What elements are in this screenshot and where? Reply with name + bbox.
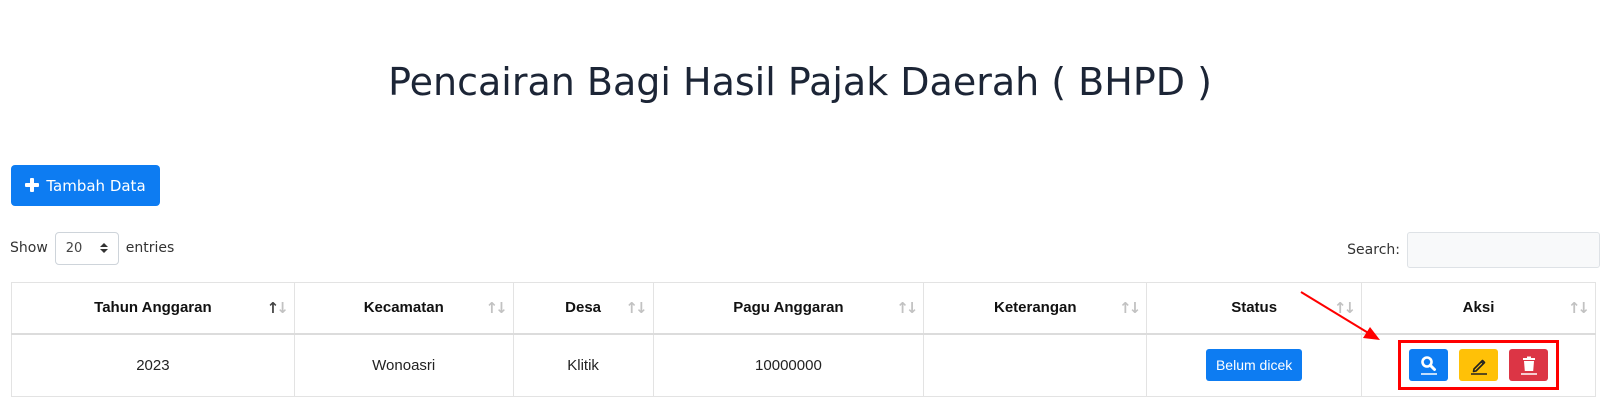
search-icon	[1420, 356, 1437, 375]
sort-icon: ↑↓	[896, 298, 918, 317]
search-label: Search:	[1347, 242, 1400, 258]
column-header-aksi[interactable]: Aksi ↑↓	[1361, 282, 1596, 335]
table-row: 2023 Wonoasri Klitik 10000000 Belum dice…	[11, 333, 1596, 397]
cell-desa: Klitik	[512, 333, 654, 397]
entries-select-value: 20	[65, 240, 83, 256]
delete-button[interactable]	[1509, 349, 1549, 382]
column-header-keterangan[interactable]: Keterangan ↑↓	[923, 282, 1148, 335]
view-button[interactable]	[1409, 349, 1449, 382]
data-table: Tahun Anggaran ↑↓ Kecamatan ↑↓ Desa ↑↓ Pagu…	[11, 282, 1596, 397]
page-title: Pencairan Bagi Hasil Pajak Daerah ( BHPD…	[388, 60, 1212, 104]
cell-keterangan	[923, 333, 1148, 397]
sort-icon: ↑↓	[625, 298, 647, 317]
sort-icon: ↑↓	[1333, 298, 1356, 317]
add-data-label: Tambah Data	[46, 176, 146, 195]
show-label: Show	[10, 240, 48, 256]
sort-icon: ↑↓	[1119, 298, 1141, 317]
cell-aksi	[1361, 333, 1596, 397]
plus-icon	[25, 177, 40, 192]
column-header-status[interactable]: Status ↑↓	[1146, 282, 1363, 335]
column-header-desa[interactable]: Desa ↑↓	[512, 282, 654, 335]
edit-button[interactable]	[1459, 349, 1499, 382]
status-badge[interactable]: Belum dicek	[1205, 349, 1303, 382]
actions-highlight-box	[1398, 340, 1560, 391]
table-header-row: Tahun Anggaran ↑↓ Kecamatan ↑↓ Desa ↑↓ Pagu…	[11, 282, 1596, 335]
sort-icon: ↑↓	[266, 298, 289, 317]
sort-icon: ↑↓	[1567, 298, 1590, 317]
select-arrows-icon	[99, 243, 108, 253]
column-header-kecamatan[interactable]: Kecamatan ↑↓	[293, 282, 514, 335]
column-header-tahun[interactable]: Tahun Anggaran ↑↓	[11, 282, 295, 335]
search-control: Search:	[1347, 232, 1600, 268]
trash-icon	[1520, 356, 1537, 375]
cell-kecamatan: Wonoasri	[293, 333, 514, 397]
column-header-pagu[interactable]: Pagu Anggaran ↑↓	[652, 282, 925, 335]
cell-tahun: 2023	[11, 333, 295, 397]
add-data-button[interactable]: Tambah Data	[11, 165, 160, 206]
search-input[interactable]	[1407, 232, 1600, 268]
entries-select[interactable]: 20	[54, 231, 119, 265]
pencil-icon	[1470, 359, 1487, 375]
sort-icon: ↑↓	[485, 298, 508, 317]
cell-status: Belum dicek	[1146, 333, 1363, 397]
entries-label: entries	[125, 240, 175, 256]
entries-length-control: Show 20 entries	[10, 231, 175, 265]
cell-pagu: 10000000	[652, 333, 925, 397]
